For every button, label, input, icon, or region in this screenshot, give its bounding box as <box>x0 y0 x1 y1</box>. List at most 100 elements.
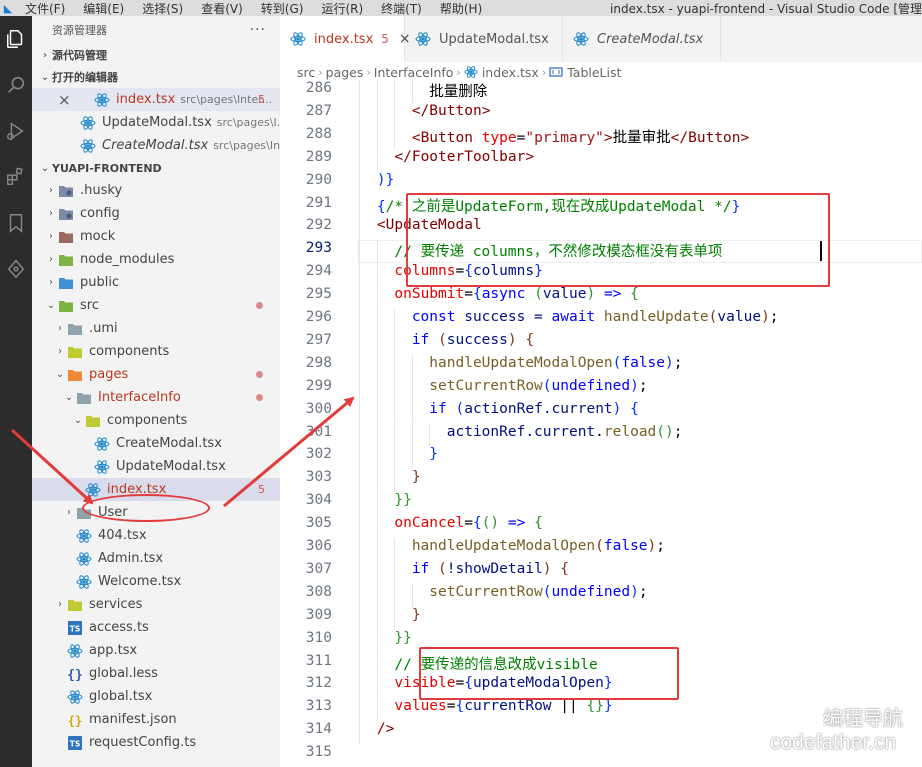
line-number: 297 <box>305 331 332 348</box>
source-control-icon[interactable] <box>0 246 32 292</box>
tree-item-services[interactable]: › services <box>32 593 280 616</box>
ts-icon: TS <box>67 735 83 751</box>
indent-guide <box>376 583 378 607</box>
breadcrumb-item[interactable]: src <box>297 65 315 80</box>
tree-item-requestconfig-ts[interactable]: TS requestConfig.ts <box>32 731 280 754</box>
tree-item-global-less[interactable]: {} global.less <box>32 662 280 685</box>
code-line[interactable]: handleUpdateModalOpen(false); <box>412 538 665 554</box>
modified-dot <box>256 371 263 378</box>
menu-item[interactable]: 选择(S) <box>133 0 192 16</box>
indent-guide <box>376 286 378 309</box>
open-editor-item[interactable]: CreateModal.tsx src\pages\Int... <box>32 134 280 157</box>
code-line[interactable]: } <box>412 607 421 623</box>
close-icon[interactable]: × <box>58 91 71 109</box>
code-line[interactable]: } <box>429 446 438 462</box>
menu-item[interactable]: 帮助(H) <box>431 0 491 16</box>
bookmark-icon[interactable] <box>0 200 32 246</box>
code-line[interactable]: if (actionRef.current) { <box>429 401 639 417</box>
explorer-icon[interactable] <box>0 16 32 62</box>
extensions-icon[interactable] <box>0 154 32 200</box>
indent-guide <box>394 606 396 630</box>
tree-item-components[interactable]: › components <box>32 340 280 363</box>
folder-green-icon <box>58 252 74 268</box>
tab-updatemodal-tsx[interactable]: UpdateModal.tsx <box>405 16 563 62</box>
tree-item-global-tsx[interactable]: global.tsx <box>32 685 280 708</box>
tree-item-manifest-json[interactable]: {} manifest.json <box>32 708 280 731</box>
code-line[interactable]: handleUpdateModalOpen(false); <box>429 355 682 371</box>
tree-item-interfaceinfo[interactable]: ⌄ InterfaceInfo <box>32 386 280 409</box>
code-token: { <box>560 560 569 577</box>
indent-guide <box>376 606 378 630</box>
code-line[interactable]: 批量删除 <box>429 80 487 101</box>
tree-item-welcome-tsx[interactable]: Welcome.tsx <box>32 570 280 593</box>
run-debug-icon[interactable] <box>0 108 32 154</box>
code-line[interactable]: )} <box>377 172 394 188</box>
tree-item-updatemodal-tsx[interactable]: UpdateModal.tsx <box>32 455 280 478</box>
indent-guide <box>376 80 378 103</box>
code-token: ; <box>769 309 779 325</box>
indent-guide <box>359 583 361 607</box>
code-line[interactable]: }} <box>394 492 411 508</box>
code-line[interactable]: const success = await handleUpdate(value… <box>412 309 779 325</box>
code-line[interactable]: if (success) { <box>412 332 534 348</box>
code-line[interactable]: </FooterToolbar> <box>394 149 534 165</box>
breadcrumb-item[interactable]: pages <box>326 65 364 80</box>
tree-item-pages[interactable]: ⌄ pages <box>32 363 280 386</box>
menu-item[interactable]: 文件(F) <box>16 0 74 16</box>
tree-item-label: node_modules <box>80 252 175 267</box>
code-line[interactable]: onSubmit={async (value) => { <box>394 286 639 302</box>
project-section[interactable]: ⌄ YUAPI-FRONTEND <box>32 157 280 179</box>
svg-text:TS: TS <box>70 624 81 633</box>
code-line[interactable]: </Button> <box>412 103 491 119</box>
open-editors-section[interactable]: ⌄ 打开的编辑器 <box>32 66 280 88</box>
tree-item-404-tsx[interactable]: 404.tsx <box>32 524 280 547</box>
tree-item-node-modules[interactable]: › node_modules <box>32 248 280 271</box>
tree-item-components[interactable]: ⌄ components <box>32 409 280 432</box>
open-editor-item[interactable]: UpdateModal.tsx src\pages\I... <box>32 111 280 134</box>
search-icon[interactable] <box>0 62 32 108</box>
code-line[interactable]: if (!showDetail) { <box>412 561 569 577</box>
source-control-section[interactable]: › 源代码管理 <box>32 44 280 66</box>
indent-guide <box>394 538 396 561</box>
code-token: }} <box>394 492 412 509</box>
tree-item-app-tsx[interactable]: app.tsx <box>32 639 280 662</box>
tree-item-src[interactable]: ⌄ src <box>32 294 280 317</box>
breadcrumb-item[interactable]: index.tsx <box>482 65 539 80</box>
open-editor-item[interactable]: × index.tsx src\pages\Inter... 5 <box>32 88 280 111</box>
menu-item[interactable]: 转到(G) <box>252 0 313 16</box>
tree-item-config[interactable]: › config <box>32 202 280 225</box>
indent-guide <box>359 331 361 355</box>
code-token: = <box>464 286 473 303</box>
code-line[interactable]: onCancel={() => { <box>394 515 542 531</box>
code-line[interactable]: actionRef.current.reload(); <box>447 424 683 440</box>
tree-item-createmodal-tsx[interactable]: CreateModal.tsx <box>32 432 280 455</box>
code-line[interactable]: }} <box>394 630 411 646</box>
tree-item-admin-tsx[interactable]: Admin.tsx <box>32 547 280 570</box>
menu-item[interactable]: 终端(T) <box>372 0 431 16</box>
menu-item[interactable]: 运行(R) <box>312 0 372 16</box>
code-line[interactable]: } <box>412 469 421 485</box>
tree-item--umi[interactable]: › .umi <box>32 317 280 340</box>
code-token: { <box>472 286 482 303</box>
tree-item-mock[interactable]: › mock <box>32 225 280 248</box>
tree-item-label: config <box>80 206 120 221</box>
code-line[interactable]: /> <box>377 721 394 737</box>
menu-item[interactable]: 编辑(E) <box>74 0 133 16</box>
tree-item--husky[interactable]: › .husky <box>32 179 280 202</box>
breadcrumb-item[interactable]: TableList <box>567 65 621 80</box>
indent-guide <box>359 80 361 103</box>
tab-index-tsx[interactable]: index.tsx 5 × <box>280 16 411 62</box>
code-line[interactable]: values={currentRow || {}} <box>394 698 612 714</box>
code-token: setCurrentRow <box>429 377 543 394</box>
indent-guide <box>359 125 361 149</box>
more-actions-icon[interactable]: ··· <box>250 22 266 38</box>
tree-item-access-ts[interactable]: TS access.ts <box>32 616 280 639</box>
code-line[interactable]: setCurrentRow(undefined); <box>429 584 647 600</box>
breadcrumb-item[interactable]: InterfaceInfo <box>374 65 454 80</box>
tree-item-public[interactable]: › public <box>32 271 280 294</box>
menu-item[interactable]: 查看(V) <box>192 0 252 16</box>
code-line[interactable]: <Button type="primary">批量审批</Button> <box>412 126 749 147</box>
tab-createmodal-tsx[interactable]: CreateModal.tsx <box>563 16 721 62</box>
code-line[interactable]: setCurrentRow(undefined); <box>429 378 647 394</box>
line-number: 313 <box>305 698 332 715</box>
